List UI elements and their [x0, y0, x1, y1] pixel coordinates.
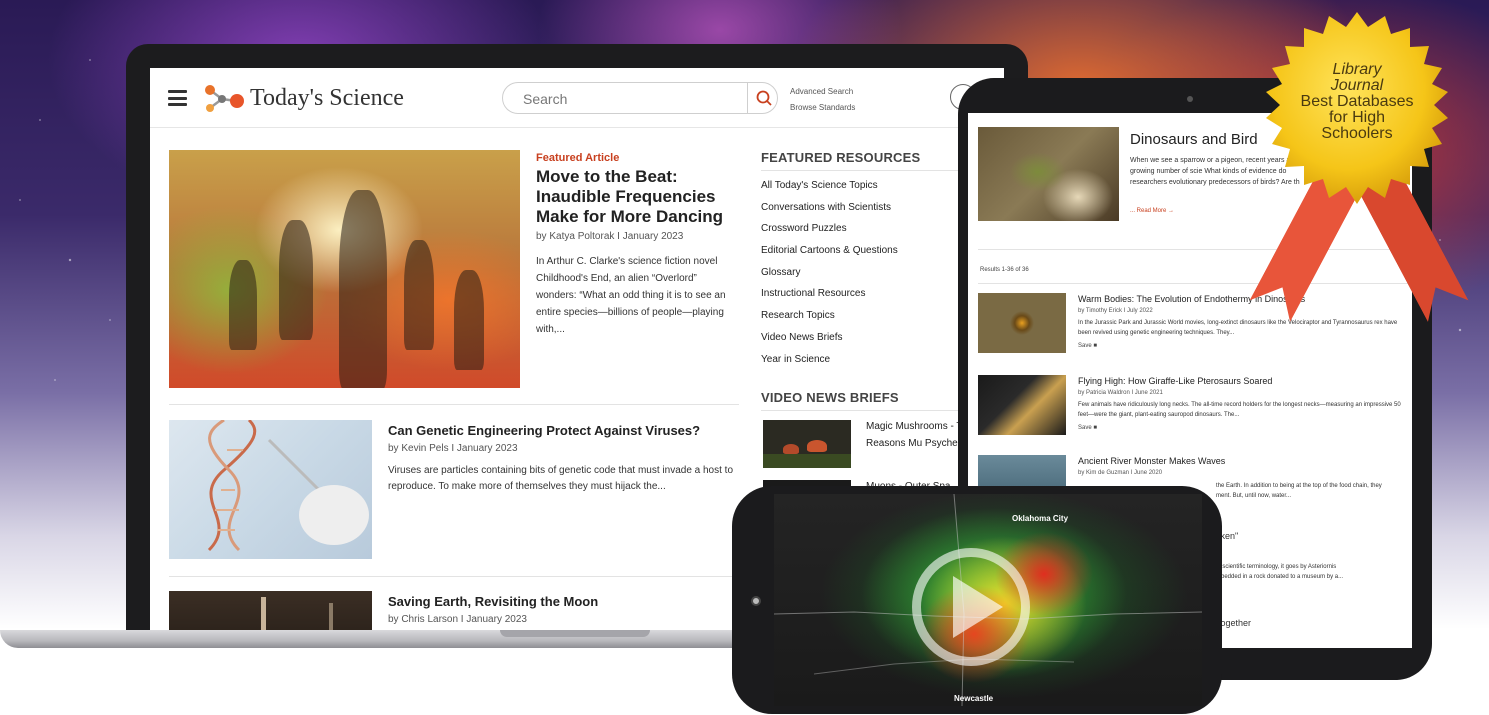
search-input[interactable]: Search [523, 91, 567, 107]
tablet-article-title[interactable]: Ancient River Monster Makes Waves [1078, 456, 1225, 466]
resource-link[interactable]: Video News Briefs [761, 331, 898, 353]
tablet-article-byline: by Timothy Erick I July 2022 [1078, 308, 1153, 314]
tablet-article-byline: by Patricia Waldron I June 2021 [1078, 390, 1163, 396]
article-title[interactable]: Can Genetic Engineering Protect Against … [388, 423, 700, 438]
award-line: Journal [1330, 77, 1384, 94]
divider [978, 249, 1408, 250]
search-button[interactable] [747, 83, 779, 113]
play-icon[interactable] [953, 576, 1003, 638]
site-header: Today's Science Search Advanced Search B… [150, 68, 1004, 128]
brand-title[interactable]: Today's Science [250, 85, 404, 112]
search-links: Advanced Search Browse Standards [790, 84, 855, 116]
tablet-article-text: mbedded in a rock donated to a museum by… [1216, 574, 1344, 580]
tablet-article-text: in scientific terminology, it goes by As… [1216, 564, 1337, 570]
resource-link[interactable]: All Today's Science Topics [761, 179, 898, 201]
resource-link[interactable]: Instructional Resources [761, 287, 898, 309]
tablet-hero-title[interactable]: Dinosaurs and Bird [1130, 131, 1258, 148]
article-title[interactable]: Saving Earth, Revisiting the Moon [388, 594, 598, 609]
menu-icon[interactable] [168, 90, 187, 106]
map-city-label: Oklahoma City [1012, 514, 1069, 523]
save-button[interactable]: Save ■ [1078, 343, 1097, 349]
tablet-article-text: Few animals have ridiculously long necks… [1078, 402, 1401, 418]
phone-camera [751, 596, 761, 606]
featured-title[interactable]: Move to the Beat: Inaudible Frequencies … [536, 167, 736, 227]
article-image-dna[interactable] [169, 420, 372, 559]
divider [978, 283, 1408, 284]
pterosaur-image[interactable] [978, 375, 1066, 435]
video-thumbnail[interactable] [763, 420, 851, 468]
tablet-article-byline: by Kim de Guzman I June 2020 [1078, 470, 1163, 476]
divider [169, 576, 739, 577]
tablet-article-text: the Earth. In addition to being at the t… [1216, 483, 1382, 489]
molecule-logo-icon [205, 85, 244, 112]
tablet-article-text: ment. But, until now, water... [1216, 493, 1292, 499]
search-box[interactable]: Search [502, 82, 778, 114]
award-text: Library Journal Best Databases for High … [1268, 62, 1446, 142]
featured-resources-list: All Today's Science Topics Conversations… [761, 179, 898, 374]
resource-link[interactable]: Research Topics [761, 309, 898, 331]
resource-link[interactable]: Editorial Cartoons & Questions [761, 244, 898, 266]
featured-label: Featured Article [536, 152, 620, 164]
featured-byline: by Katya Poltorak I January 2023 [536, 231, 684, 242]
featured-excerpt: In Arthur C. Clarke's science fiction no… [536, 256, 726, 335]
tablet-article-title[interactable]: Flying High: How Giraffe-Like Pterosaurs… [1078, 376, 1272, 386]
article-byline: by Kevin Pels I January 2023 [388, 443, 518, 454]
browse-standards-link[interactable]: Browse Standards [790, 100, 855, 116]
resource-link[interactable]: Year in Science [761, 353, 898, 375]
save-button[interactable]: Save ■ [1078, 425, 1097, 431]
results-count: Results 1-36 of 36 [980, 267, 1029, 273]
featured-article-image[interactable] [169, 150, 520, 388]
advanced-search-link[interactable]: Advanced Search [790, 84, 855, 100]
resource-link[interactable]: Crossword Puzzles [761, 222, 898, 244]
dinosaur-hatchling-image[interactable] [978, 127, 1119, 221]
resource-link[interactable]: Conversations with Scientists [761, 201, 898, 223]
search-icon [756, 90, 772, 106]
tablet-article-text: In the Jurassic Park and Jurassic World … [1078, 320, 1398, 336]
tablet-article-title[interactable]: Warm Bodies: The Evolution of Endothermy… [1078, 294, 1305, 304]
award-line: Schoolers [1321, 125, 1393, 142]
read-more-link[interactable]: ... Read More → [1130, 208, 1174, 214]
laptop-notch [500, 630, 650, 637]
award-line: for High [1328, 109, 1386, 126]
tablet-camera [1187, 96, 1193, 102]
article-excerpt: Viruses are particles containing bits of… [388, 465, 734, 492]
video-news-briefs-heading: VIDEO NEWS BRIEFS [761, 390, 899, 405]
dinosaur-eye-image[interactable] [978, 293, 1066, 353]
article-image-rocket[interactable] [169, 591, 372, 632]
divider [169, 404, 739, 405]
featured-resources-heading: FEATURED RESOURCES [761, 150, 921, 165]
article-byline: by Chris Larson I January 2023 [388, 614, 527, 625]
map-city-label: Newcastle [954, 694, 994, 703]
award-line: Library [1332, 61, 1382, 78]
resource-link[interactable]: Glossary [761, 266, 898, 288]
dna-helix-icon [207, 420, 369, 552]
award-line: Best Databases [1300, 93, 1414, 110]
